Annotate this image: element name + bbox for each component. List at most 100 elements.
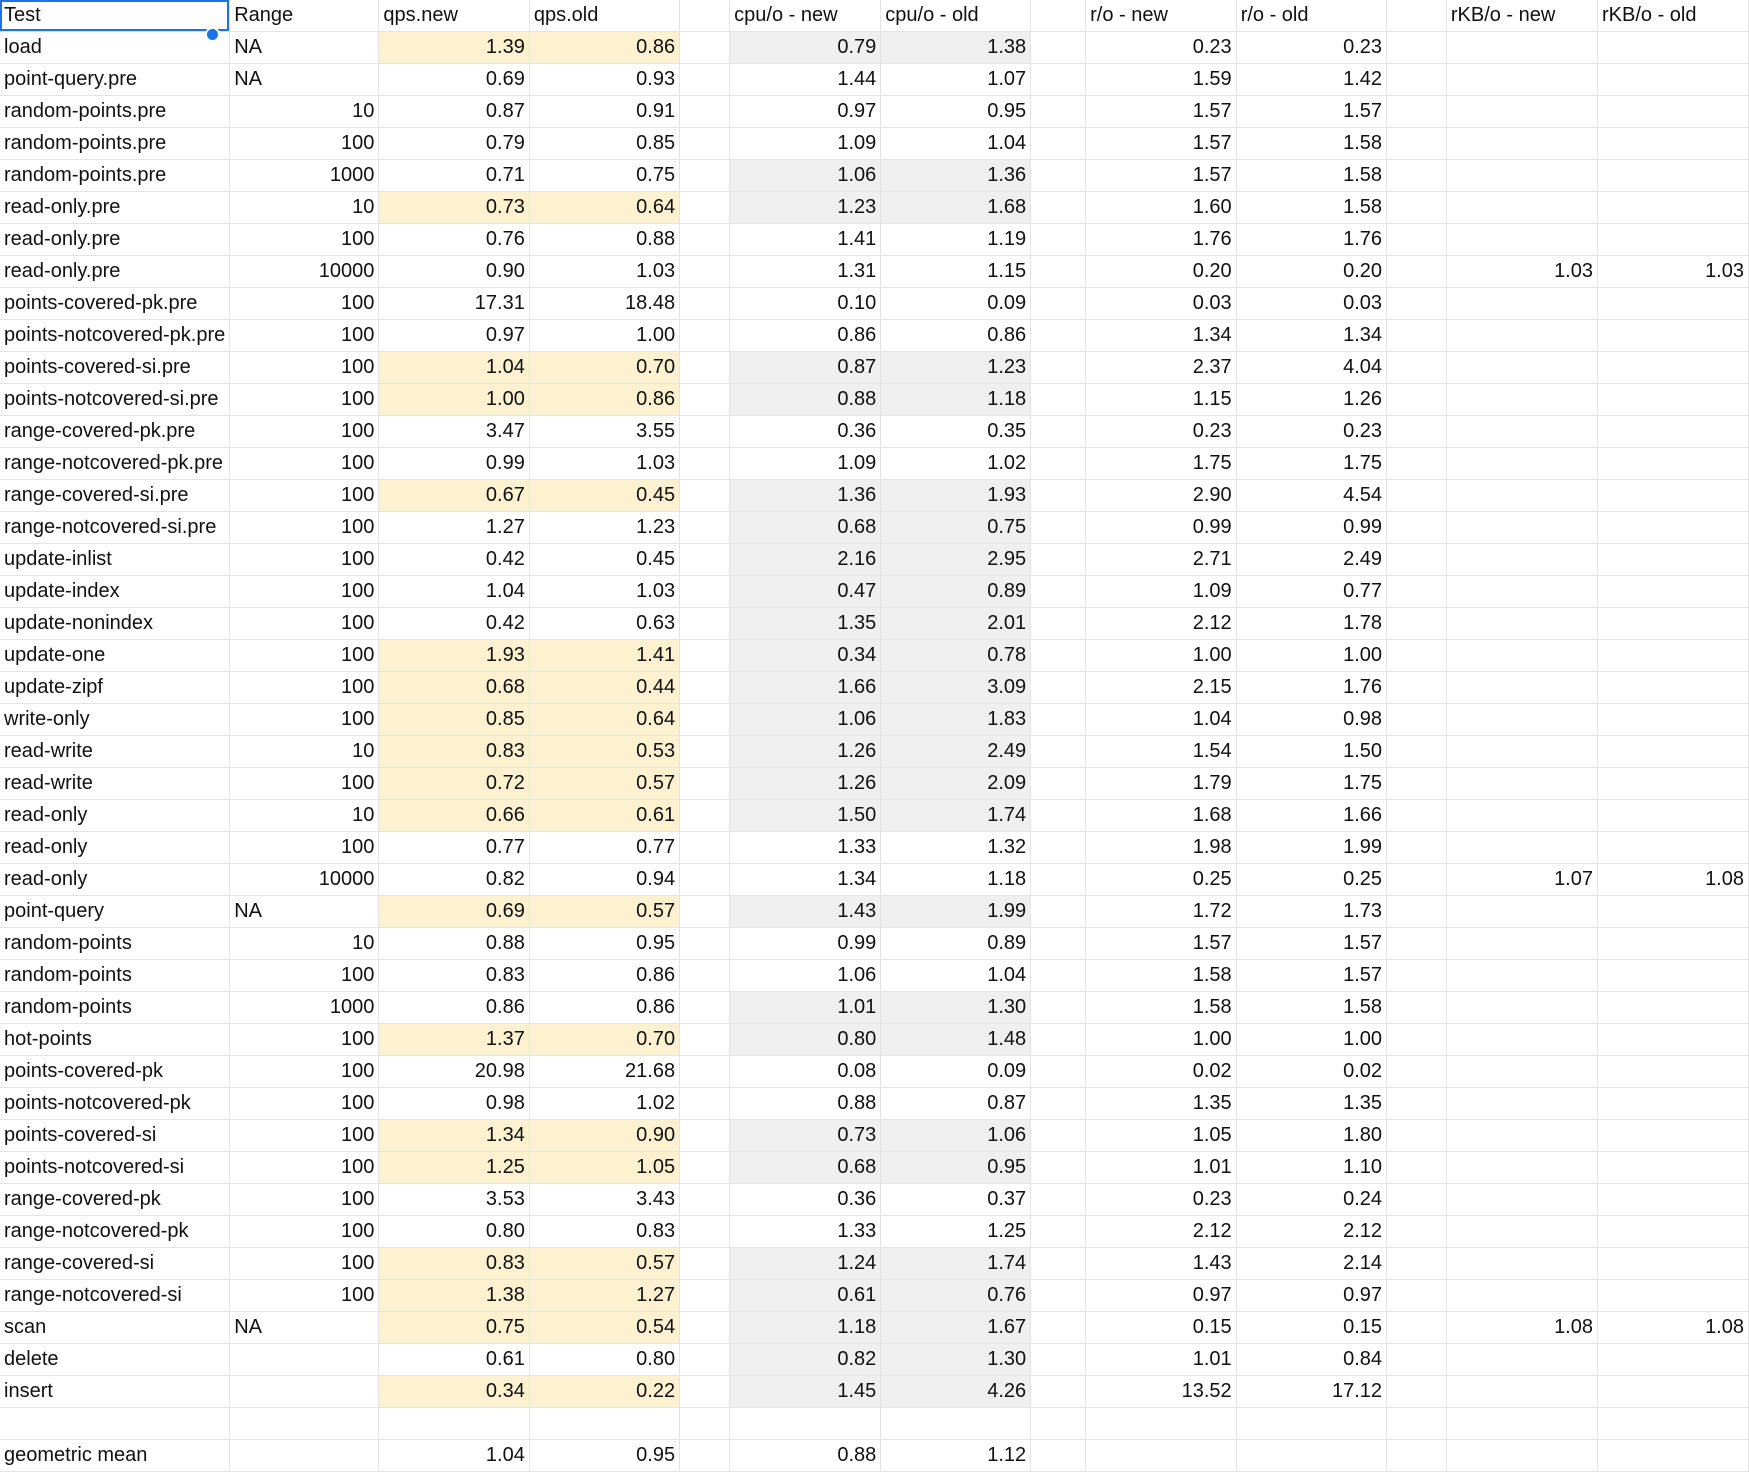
cell-spacer-3[interactable] [1386,991,1447,1024]
cell-rkb-new[interactable]: 1.03 [1446,255,1599,288]
cell-spacer-1[interactable] [679,191,731,224]
cell-rkb-new[interactable] [1446,383,1599,416]
cell-qps-new[interactable]: 1.04 [378,351,530,384]
cell-test[interactable]: random-points.pre [0,159,231,192]
cell-spacer-2[interactable] [1030,799,1087,832]
cell-ro-old[interactable]: 1.76 [1236,671,1388,704]
cell-range[interactable]: 1000 [229,159,380,192]
cell-range[interactable]: 100 [229,1087,380,1120]
cell-spacer-2[interactable] [1030,607,1087,640]
cell-range[interactable]: 10 [229,191,380,224]
cell-qps-old[interactable]: 1.03 [529,575,681,608]
cell-test[interactable]: update-inlist [0,543,231,576]
cell-qps-new[interactable]: 0.97 [378,319,530,352]
cell-spacer-1[interactable] [679,1087,731,1120]
cell-spacer-2[interactable] [1030,223,1087,256]
cell-ro-new[interactable]: 1.01 [1085,1343,1237,1376]
cell-spacer-1[interactable] [679,991,731,1024]
cell-ro-old[interactable]: 4.04 [1236,351,1388,384]
cell-test[interactable]: range-covered-pk [0,1183,231,1216]
cell-spacer-3[interactable] [1386,895,1447,928]
cell-spacer-3[interactable] [1386,735,1447,768]
cell-ro-old[interactable]: 1.58 [1236,127,1388,160]
cell-rkb-new[interactable] [1446,671,1599,704]
cell-qps-old[interactable]: 0.57 [529,895,681,928]
cell-cpu-old[interactable]: 0.89 [880,927,1032,960]
cell-spacer-1[interactable] [679,767,731,800]
cell-rkb-new[interactable] [1446,319,1599,352]
cell-spacer-1[interactable] [679,511,731,544]
cell-cpu-new[interactable]: 1.41 [729,223,882,256]
cell-cpu-old[interactable]: 1.74 [880,1247,1032,1280]
cell-ro-new[interactable]: 1.57 [1085,127,1237,160]
cell-spacer-3[interactable] [1386,287,1447,320]
cell-spacer-2[interactable] [1030,767,1087,800]
cell-qps-new[interactable]: 0.72 [378,767,530,800]
cell-qps-new[interactable]: 0.34 [378,1375,530,1408]
cell-spacer-2[interactable] [1030,575,1087,608]
cell-spacer-1[interactable] [679,1183,731,1216]
cell-rkb-old[interactable] [1597,1055,1749,1088]
cell-spacer-2[interactable] [1030,63,1087,96]
cell-cpu-new[interactable]: 0.10 [729,287,882,320]
cell-cpu-new[interactable]: 0.82 [729,1343,882,1376]
cell-cpu-old[interactable]: 0.89 [880,575,1032,608]
cell-test[interactable]: read-only.pre [0,255,231,288]
cell-ro-new[interactable]: 2.12 [1085,607,1237,640]
cell-qps-old[interactable]: 0.95 [529,927,681,960]
cell-rkb-new[interactable] [1446,1087,1599,1120]
cell-spacer-1[interactable] [679,1023,731,1056]
cell-cpu-new[interactable]: 1.33 [729,1215,882,1248]
cell-spacer-2[interactable] [1030,255,1087,288]
cell-test[interactable]: write-only [0,703,231,736]
cell-ro-new[interactable]: 1.76 [1085,223,1237,256]
cell-test[interactable] [0,1407,231,1440]
cell-rkb-old[interactable] [1597,959,1749,992]
cell-cpu-new[interactable]: 1.44 [729,63,882,96]
cell-ro-old[interactable]: 1.00 [1236,639,1388,672]
cell-cpu-old[interactable]: 2.49 [880,735,1032,768]
cell-qps-old[interactable]: 1.02 [529,1087,681,1120]
cell-ro-new[interactable]: 1.01 [1085,1151,1237,1184]
cell-rkb-old[interactable] [1597,127,1749,160]
cell-rkb-new[interactable] [1446,799,1599,832]
cell-ro-old[interactable]: 1.75 [1236,767,1388,800]
cell-cpu-new[interactable]: 0.73 [729,1119,882,1152]
cell-cpu-new[interactable]: 0.88 [729,1439,882,1472]
cell-rkb-old[interactable] [1597,383,1749,416]
cell-range[interactable]: 10000 [229,255,380,288]
cell-spacer-3[interactable] [1386,1023,1447,1056]
cell-ro-new[interactable]: 2.15 [1085,671,1237,704]
cell-rkb-old[interactable] [1597,927,1749,960]
cell-rkb-new[interactable] [1446,1279,1599,1312]
cell-spacer-3[interactable] [1386,1215,1447,1248]
cell-cpu-old[interactable]: 3.09 [880,671,1032,704]
header-cell-ro-new[interactable]: r/o - new [1085,0,1237,32]
cell-ro-new[interactable]: 0.23 [1085,1183,1237,1216]
cell-range[interactable]: 100 [229,1215,380,1248]
cell-range[interactable]: 100 [229,831,380,864]
cell-qps-old[interactable]: 0.45 [529,543,681,576]
cell-qps-new[interactable]: 0.88 [378,927,530,960]
cell-rkb-old[interactable] [1597,1439,1749,1472]
cell-rkb-old[interactable] [1597,287,1749,320]
cell-range[interactable]: 100 [229,447,380,480]
cell-spacer-3[interactable] [1386,831,1447,864]
cell-rkb-new[interactable] [1446,479,1599,512]
cell-spacer-3[interactable] [1386,415,1447,448]
cell-ro-old[interactable]: 2.49 [1236,543,1388,576]
cell-qps-old[interactable]: 0.53 [529,735,681,768]
cell-qps-new[interactable]: 0.79 [378,127,530,160]
cell-spacer-1[interactable] [679,1407,731,1440]
cell-rkb-old[interactable] [1597,767,1749,800]
cell-cpu-old[interactable]: 1.04 [880,127,1032,160]
cell-spacer-3[interactable] [1386,671,1447,704]
cell-ro-old[interactable]: 1.75 [1236,447,1388,480]
cell-rkb-new[interactable] [1446,63,1599,96]
cell-qps-new[interactable]: 0.61 [378,1343,530,1376]
cell-qps-old[interactable]: 0.57 [529,1247,681,1280]
cell-spacer-3[interactable] [1386,1055,1447,1088]
cell-qps-old[interactable]: 0.86 [529,31,681,64]
cell-range[interactable]: 100 [229,1119,380,1152]
cell-range[interactable]: 100 [229,1183,380,1216]
